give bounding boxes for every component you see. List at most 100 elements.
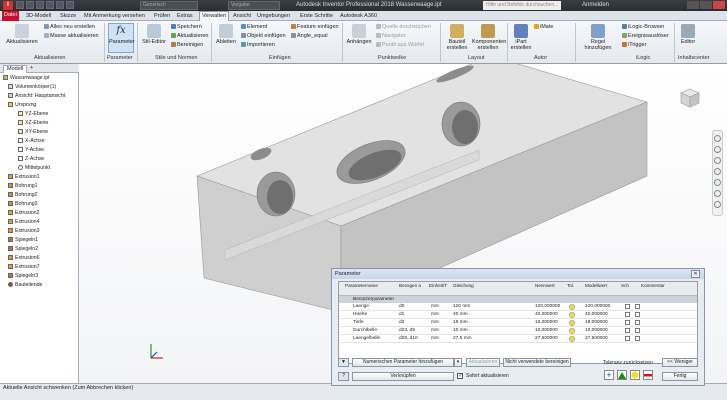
save-icon[interactable]: [36, 1, 44, 9]
add-numeric-parameter-button[interactable]: Numerischen Parameter hinzufügen: [352, 358, 454, 367]
tree-node[interactable]: Mittelpunkt: [18, 165, 50, 172]
table-row[interactable]: Durchlbelle d23, d5 mm 10 mm 10,000000 1…: [339, 327, 697, 335]
tolerance-icon[interactable]: [569, 304, 575, 310]
look-at-icon[interactable]: [714, 179, 721, 186]
tab-anmerkung[interactable]: Mit Anmerkung versehen: [84, 12, 145, 21]
pan-icon[interactable]: [714, 146, 721, 153]
col-einheit[interactable]: Einheit/T: [429, 283, 447, 289]
tab-extras[interactable]: Extras: [177, 12, 193, 21]
anhaengen-button[interactable]: Anhängen: [345, 24, 373, 45]
chevron-down-icon[interactable]: ▾: [454, 358, 462, 367]
tolerance-icon[interactable]: [569, 336, 575, 342]
key-checkbox[interactable]: [625, 312, 630, 317]
punkt-wuerfel-button[interactable]: Punkt aus Würfel: [376, 42, 424, 49]
link-button[interactable]: Verknüpfen: [352, 372, 454, 381]
tree-node[interactable]: Bauteilende: [8, 282, 42, 289]
objekt-einfuegen-button[interactable]: Objekt einfügen: [241, 33, 286, 40]
aktualisieren-button[interactable]: Aktualisieren: [4, 24, 40, 45]
tolerance-icon[interactable]: [569, 312, 575, 318]
tree-node[interactable]: YZ-Ebene: [18, 111, 48, 118]
regel-hinzufuegen-button[interactable]: Regel hinzufügen: [578, 24, 618, 51]
col-schluessel[interactable]: Sch: [621, 283, 629, 289]
immediate-update-checkbox[interactable]: ✓: [457, 373, 463, 379]
sign-in-link[interactable]: Anmelden: [582, 1, 609, 10]
navigator-button[interactable]: Navigator: [376, 33, 406, 40]
tree-node[interactable]: Extrusion6: [8, 255, 40, 262]
steering-wheel-icon[interactable]: [714, 135, 721, 142]
lower-tolerance-icon[interactable]: [643, 370, 653, 380]
tree-node[interactable]: Spiegeln3: [8, 273, 38, 280]
export-checkbox[interactable]: [635, 312, 640, 317]
tab-ansicht[interactable]: Ansicht: [233, 12, 251, 21]
tree-node[interactable]: Extrusion1: [8, 174, 40, 181]
feature-einfuegen-button[interactable]: Feature einfügen: [291, 24, 339, 31]
element-button[interactable]: Element: [241, 24, 267, 31]
key-checkbox[interactable]: [625, 328, 630, 333]
quelle-button[interactable]: Quelle durchsuchen: [376, 24, 431, 31]
col-nennwert[interactable]: Nennwert: [535, 283, 555, 289]
ilogic-browser-button[interactable]: iLogic-Browser: [622, 24, 664, 31]
group-benutzerparameter[interactable]: Benutzerparameter: [339, 296, 697, 303]
col-gleichung[interactable]: Gleichung: [453, 283, 474, 289]
settings-icon[interactable]: [714, 201, 721, 208]
app-menu-button[interactable]: I: [3, 1, 13, 10]
col-kommentar[interactable]: Kommentar: [641, 283, 665, 289]
itrigger-button[interactable]: iTrigger: [622, 42, 646, 49]
tolerance-icon[interactable]: [569, 320, 575, 326]
imate-button[interactable]: iMate: [534, 24, 553, 31]
parameter-button[interactable]: fx Parameter: [108, 23, 135, 53]
tab-skizze[interactable]: Skizze: [60, 12, 76, 21]
close-icon[interactable]: [713, 1, 725, 9]
tree-node[interactable]: XY-Ebene: [18, 129, 48, 136]
tab-datei[interactable]: Datei: [2, 11, 19, 21]
material-combo[interactable]: Generisch: [140, 1, 198, 10]
bereinigen-button[interactable]: Bereinigen: [171, 42, 203, 49]
export-checkbox[interactable]: [635, 328, 640, 333]
tab-3d-modell[interactable]: 3D-Modell: [26, 12, 51, 21]
orbit-icon[interactable]: [714, 168, 721, 175]
editor-button[interactable]: Editor: [678, 24, 698, 45]
masse-aktualisieren-button[interactable]: Masse aktualisieren: [44, 33, 99, 40]
less-button[interactable]: << Weniger: [662, 358, 698, 367]
stil-editor-button[interactable]: Stil-Editor: [140, 24, 168, 45]
help-search-input[interactable]: Hilfe und Befehle durchsuchen...: [483, 1, 561, 10]
update-button[interactable]: Aktualisieren: [466, 358, 500, 367]
tab-a360[interactable]: Autodesk A360: [340, 12, 377, 21]
done-button[interactable]: Fertig: [662, 372, 698, 381]
tab-pruefen[interactable]: Prüfen: [154, 12, 170, 21]
tree-node[interactable]: Volumenkörper(1): [8, 84, 56, 91]
tab-umgebungen[interactable]: Umgebungen: [257, 12, 290, 21]
table-row[interactable]: Laengelbelle d28, d10 mm 27,5 mm 27,5000…: [339, 335, 697, 343]
ipart-button[interactable]: iPart erstellen: [510, 24, 532, 51]
tolerance-icon[interactable]: [569, 328, 575, 334]
upper-tolerance-icon[interactable]: +: [604, 370, 614, 380]
aktualisieren-stil-button[interactable]: Aktualisieren: [171, 33, 209, 40]
tree-node[interactable]: Ursprung: [8, 102, 36, 109]
nominal-tolerance-icon[interactable]: [630, 370, 640, 380]
table-row[interactable]: Hoehe d1 mm 40 mm 40,000000 40,000000: [339, 311, 697, 319]
col-modellwert[interactable]: Modellwert: [585, 283, 607, 289]
alles-neu-button[interactable]: Alles neu erstellen: [44, 24, 95, 31]
export-checkbox[interactable]: [635, 304, 640, 309]
table-row[interactable]: Tiefe d2 mm 18 mm 18,000000 18,000000: [339, 319, 697, 327]
home-icon[interactable]: [66, 1, 74, 9]
tree-node[interactable]: Y-Achse: [18, 147, 44, 154]
tree-node[interactable]: Extrusion7: [8, 264, 40, 271]
purge-unused-button[interactable]: Nicht verwendete bereinigen: [503, 358, 571, 367]
ableiten-button[interactable]: Ableiten: [214, 24, 238, 45]
minimize-icon[interactable]: [687, 1, 699, 9]
tree-node[interactable]: Z-Achse: [18, 156, 44, 163]
tree-node[interactable]: Extrusion2: [8, 210, 40, 217]
tree-node[interactable]: Extrusion4: [8, 219, 40, 226]
help-icon[interactable]: ?: [338, 372, 349, 381]
close-icon[interactable]: ✕: [691, 270, 700, 278]
key-checkbox[interactable]: [625, 304, 630, 309]
maximize-icon[interactable]: [700, 1, 712, 9]
new-icon[interactable]: [16, 1, 24, 9]
tree-node[interactable]: Wasserwaage.ipt: [3, 75, 50, 82]
zoom-icon[interactable]: [714, 157, 721, 164]
key-checkbox[interactable]: [625, 320, 630, 325]
tree-node[interactable]: X-Achse: [18, 138, 45, 145]
undo-icon[interactable]: [46, 1, 54, 9]
importieren-button[interactable]: Importieren: [241, 42, 275, 49]
